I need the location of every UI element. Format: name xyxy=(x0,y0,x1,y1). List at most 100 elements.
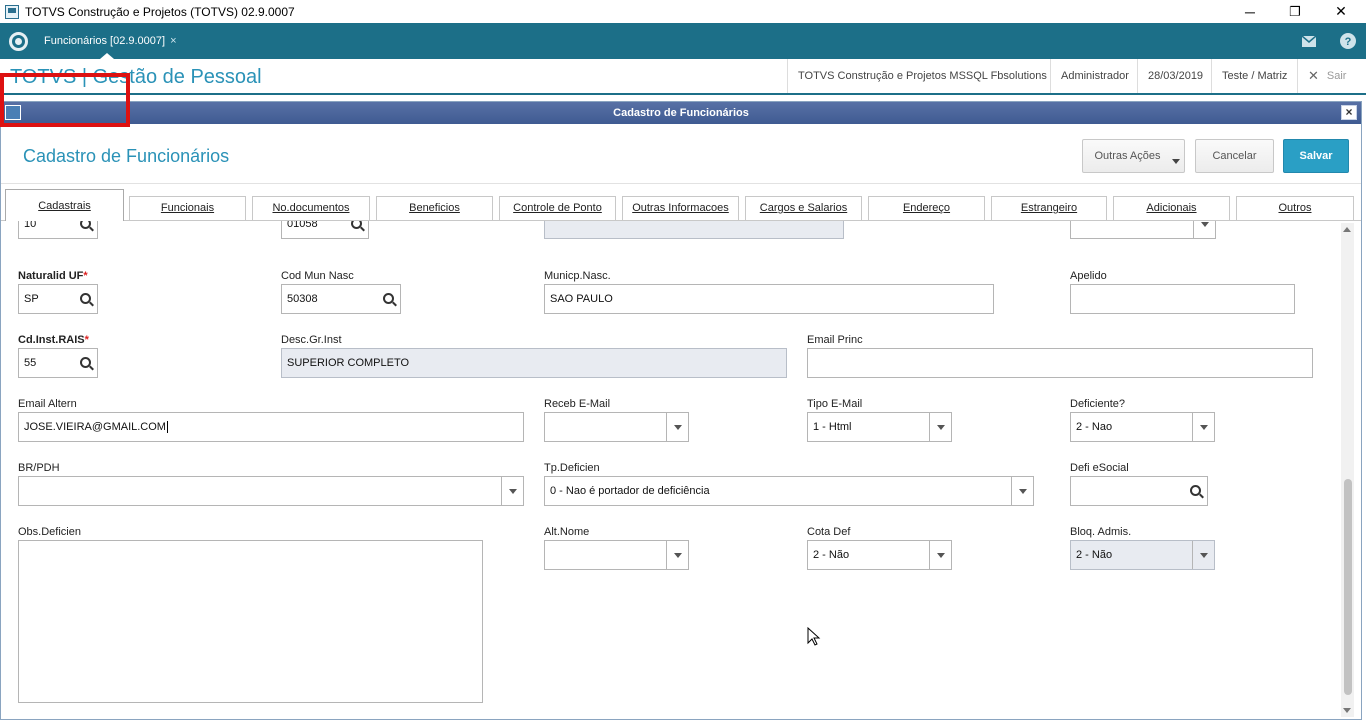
required-marker: * xyxy=(84,334,89,346)
email-altern-value: JOSE.VIEIRA@GMAIL.COM xyxy=(24,421,166,433)
br-pdh-select[interactable] xyxy=(18,476,524,506)
cd-inst-rais-label: Cd.Inst.RAIS* xyxy=(18,334,89,346)
deficiente-value: 2 - Nao xyxy=(1076,421,1113,433)
alt-nome-select[interactable] xyxy=(544,540,689,570)
user-info[interactable]: Administrador xyxy=(1050,59,1139,93)
tipo-email-label: Tipo E-Mail xyxy=(807,398,863,410)
employee-dialog: Cadastro de Funcionários × Cadastro de F… xyxy=(0,101,1362,720)
app-tab-funcionarios[interactable]: Funcionários [02.9.0007] × xyxy=(36,23,185,59)
window-titlebar: TOTVS Construção e Projetos (TOTVS) 02.9… xyxy=(0,0,1366,23)
field-row0-b[interactable]: 01058 xyxy=(281,221,369,239)
date-info[interactable]: 28/03/2019 xyxy=(1137,59,1213,93)
email-princ-field[interactable] xyxy=(807,348,1313,378)
tp-deficien-select[interactable]: 0 - Nao é portador de deficiência xyxy=(544,476,1034,506)
tab-controle-de-ponto[interactable]: Controle de Ponto xyxy=(499,196,616,220)
cota-def-label: Cota Def xyxy=(807,526,851,538)
chevron-down-icon[interactable] xyxy=(929,413,951,441)
form-tabs: Cadastrais Funcionais No.documentos Bene… xyxy=(1,184,1361,221)
deficiente-select[interactable]: 2 - Nao xyxy=(1070,412,1215,442)
tab-funcionais[interactable]: Funcionais xyxy=(129,196,246,220)
tab-outros[interactable]: Outros xyxy=(1236,196,1354,220)
restore-button[interactable]: ❐ xyxy=(1272,0,1318,23)
chevron-down-icon xyxy=(1172,159,1180,164)
chevron-down-icon[interactable] xyxy=(1192,413,1214,441)
field-row0-c xyxy=(544,221,844,239)
cd-inst-rais-field[interactable]: 55 xyxy=(18,348,98,378)
email-princ-label: Email Princ xyxy=(807,334,863,346)
naturalid-uf-field[interactable]: SP xyxy=(18,284,98,314)
branch-info[interactable]: Teste / Matriz xyxy=(1211,59,1297,93)
tab-beneficios[interactable]: Beneficios xyxy=(376,196,493,220)
cota-def-select[interactable]: 2 - Não xyxy=(807,540,952,570)
close-tab-icon[interactable]: × xyxy=(170,35,176,47)
tipo-email-select[interactable]: 1 - Html xyxy=(807,412,952,442)
app-tab-label: Funcionários [02.9.0007] xyxy=(44,35,166,47)
mouse-cursor-icon xyxy=(807,627,821,646)
field-row0-a-value: 10 xyxy=(24,220,37,230)
form-header: Cadastro de Funcionários Outras Ações Ca… xyxy=(1,124,1361,184)
highlight-box xyxy=(0,73,130,127)
logout-label: Sair xyxy=(1326,70,1347,82)
bloq-admis-value: 2 - Não xyxy=(1076,549,1113,561)
tp-deficien-value: 0 - Nao é portador de deficiência xyxy=(550,485,710,497)
mail-icon[interactable] xyxy=(1291,23,1327,59)
chevron-down-icon[interactable] xyxy=(1011,477,1033,505)
chevron-down-icon xyxy=(1192,541,1214,569)
search-icon[interactable] xyxy=(1190,485,1201,496)
desc-gr-inst-field: SUPERIOR COMPLETO xyxy=(281,348,787,378)
tab-endereco[interactable]: Endereço xyxy=(868,196,985,220)
chevron-down-icon[interactable] xyxy=(501,477,523,505)
obs-deficien-textarea[interactable] xyxy=(18,540,483,703)
br-pdh-label: BR/PDH xyxy=(18,462,60,474)
scrollbar-thumb[interactable] xyxy=(1344,479,1352,695)
logout-button[interactable]: ✕ Sair xyxy=(1297,59,1356,93)
field-row0-a[interactable]: 10 xyxy=(18,220,98,239)
chevron-down-icon[interactable] xyxy=(1193,221,1215,238)
other-actions-button[interactable]: Outras Ações xyxy=(1082,139,1185,173)
obs-deficien-label: Obs.Deficien xyxy=(18,526,81,538)
search-icon[interactable] xyxy=(80,293,91,304)
close-window-button[interactable]: ✕ xyxy=(1318,0,1364,23)
vertical-scrollbar[interactable] xyxy=(1341,223,1354,717)
email-altern-label: Email Altern xyxy=(18,398,77,410)
dialog-close-button[interactable]: × xyxy=(1341,105,1357,120)
chevron-down-icon[interactable] xyxy=(666,541,688,569)
email-altern-field[interactable]: JOSE.VIEIRA@GMAIL.COM xyxy=(18,412,524,442)
scroll-down-icon[interactable] xyxy=(1343,708,1351,713)
minimize-button[interactable]: ─ xyxy=(1227,0,1273,23)
tab-outras-informacoes[interactable]: Outras Informacoes xyxy=(622,196,739,220)
svg-text:?: ? xyxy=(1345,36,1352,48)
tab-cadastrais[interactable]: Cadastrais xyxy=(5,189,124,221)
logout-icon: ✕ xyxy=(1308,68,1319,83)
save-button[interactable]: Salvar xyxy=(1283,139,1349,173)
chevron-down-icon[interactable] xyxy=(666,413,688,441)
apelido-field[interactable] xyxy=(1070,284,1295,314)
search-icon[interactable] xyxy=(383,293,394,304)
tab-estrangeiro[interactable]: Estrangeiro xyxy=(991,196,1107,220)
naturalid-uf-value: SP xyxy=(24,293,39,305)
app-header: TOTVS | Gestão de Pessoal TOTVS Construç… xyxy=(0,59,1366,95)
field-row0-d[interactable] xyxy=(1070,221,1216,239)
cancel-button[interactable]: Cancelar xyxy=(1195,139,1274,173)
tab-cargos-e-salarios[interactable]: Cargos e Salarios xyxy=(745,196,862,220)
app-window-icon xyxy=(5,4,19,19)
tp-deficien-label: Tp.Deficien xyxy=(544,462,600,474)
search-icon[interactable] xyxy=(351,221,362,229)
tipo-email-value: 1 - Html xyxy=(813,421,852,433)
deficiente-label: Deficiente? xyxy=(1070,398,1126,410)
text-caret xyxy=(166,421,168,433)
cod-mun-nasc-field[interactable]: 50308 xyxy=(281,284,401,314)
defi-esocial-field[interactable] xyxy=(1070,476,1208,506)
receb-email-select[interactable] xyxy=(544,412,689,442)
tab-adicionais[interactable]: Adicionais xyxy=(1113,196,1230,220)
bloq-admis-label: Bloq. Admis. xyxy=(1070,526,1132,538)
search-icon[interactable] xyxy=(80,357,91,368)
municp-nasc-field[interactable]: SAO PAULO xyxy=(544,284,994,314)
tab-no-documentos[interactable]: No.documentos xyxy=(252,196,370,220)
scroll-up-icon[interactable] xyxy=(1343,227,1351,232)
cod-mun-nasc-value: 50308 xyxy=(287,293,318,305)
chevron-down-icon[interactable] xyxy=(929,541,951,569)
help-icon[interactable]: ? xyxy=(1330,23,1366,59)
totvs-logo-icon[interactable] xyxy=(9,32,28,51)
company-info[interactable]: TOTVS Construção e Projetos MSSQL Fbsolu… xyxy=(787,59,1057,93)
